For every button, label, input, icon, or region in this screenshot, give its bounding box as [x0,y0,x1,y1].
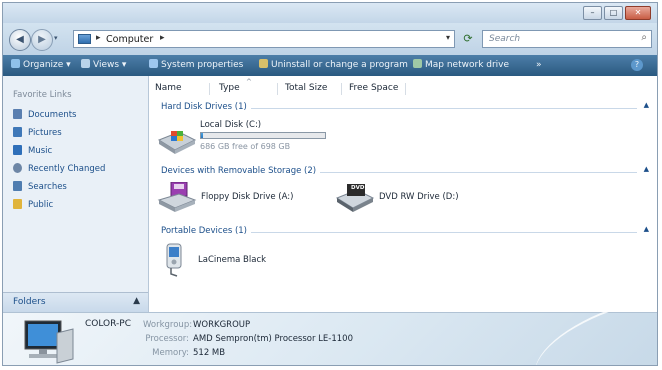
column-divider[interactable] [277,83,278,95]
map-network-drive-button[interactable]: Map network drive [413,55,509,76]
sidebar-item-music[interactable]: Music [13,145,52,156]
floppy-drive-name: Floppy Disk Drive (A:) [201,192,294,202]
searches-icon [13,181,22,191]
forward-button[interactable]: ▶ [31,29,53,51]
navigation-pane: Favorite Links Documents Pictures Music … [3,76,149,313]
disk-used-fill [201,133,203,138]
views-button[interactable]: Views ▾ [81,55,126,76]
breadcrumb-separator[interactable]: ▸ [160,33,165,43]
dvd-badge: DVD [351,185,365,191]
workgroup-label: Workgroup: [143,320,193,330]
decorative-swoosh [522,306,632,365]
address-dropdown-icon[interactable]: ▾ [446,33,450,42]
close-button[interactable]: ✕ [625,6,651,20]
dvd-drive-name: DVD RW Drive (D:) [379,192,459,202]
group-header-hard-disk[interactable]: Hard Disk Drives (1) ▲ [161,101,649,114]
help-button[interactable]: ? [631,59,643,71]
refresh-icon[interactable]: ⟳ [459,30,477,48]
uninstall-button[interactable]: Uninstall or change a program [259,55,408,76]
collapse-icon[interactable]: ▲ [644,165,649,173]
group-header-removable[interactable]: Devices with Removable Storage (2) ▲ [161,165,649,178]
memory-label: Memory: [152,348,189,358]
search-icon[interactable]: ⌕ [641,32,647,43]
disk-capacity-bar [200,132,326,139]
sidebar-item-searches[interactable]: Searches [13,181,67,192]
system-properties-icon [149,59,158,68]
group-title: Devices with Removable Storage (2) [161,166,321,176]
portable-device-item[interactable]: LaCinema Black [161,242,311,278]
pictures-icon [13,127,22,137]
sidebar-item-documents[interactable]: Documents [13,109,76,120]
processor-value: AMD Sempron(tm) Processor LE-1100 [193,334,353,344]
organize-button[interactable]: Organize ▾ [11,55,71,76]
sidebar-item-public[interactable]: Public [13,199,53,210]
map-drive-icon [413,59,422,68]
address-bar[interactable]: ▸ Computer ▸ ▾ [73,30,455,48]
file-list: Name Type ^ Total Size Free Space Hard D… [149,76,657,312]
views-icon [81,59,90,68]
sort-indicator-icon: ^ [246,78,252,86]
collapse-icon[interactable]: ▲ [644,225,649,233]
column-divider[interactable] [405,83,406,95]
computer-icon [78,34,91,44]
group-title: Hard Disk Drives (1) [161,102,251,112]
collapse-icon[interactable]: ▲ [644,101,649,109]
minimize-button[interactable]: – [583,6,602,20]
sidebar-item-pictures[interactable]: Pictures [13,127,62,138]
group-title: Portable Devices (1) [161,226,251,236]
hard-drive-icon [157,131,197,154]
search-placeholder[interactable]: Search [489,34,520,44]
local-disk-item[interactable]: Local Disk (C:) [157,120,347,160]
more-commands-button[interactable]: » [536,55,542,76]
public-icon [13,199,22,209]
column-total-size[interactable]: Total Size [285,83,327,93]
floppy-drive-icon [157,182,197,212]
organize-icon [11,59,20,68]
column-divider[interactable] [341,83,342,95]
group-header-portable[interactable]: Portable Devices (1) ▲ [161,225,649,238]
column-type[interactable]: Type [219,83,240,93]
uninstall-icon [259,59,268,68]
documents-icon [13,109,22,119]
column-name[interactable]: Name [155,83,182,93]
dvd-drive-item[interactable]: DVD DVD RW Drive (D:) [335,182,525,218]
history-dropdown-icon[interactable]: ▾ [54,34,58,42]
breadcrumb-computer[interactable]: Computer [106,34,153,45]
recent-icon [13,163,22,173]
breadcrumb-separator[interactable]: ▸ [96,33,101,43]
system-properties-button[interactable]: System properties [149,55,243,76]
memory-value: 512 MB [193,348,226,358]
portable-device-name: LaCinema Black [198,255,267,265]
address-row: ◀ ▶ ▾ ▸ Computer ▸ ▾ ⟳ Search ⌕ [3,23,657,55]
back-button[interactable]: ◀ [9,29,31,51]
favorite-links-title: Favorite Links [13,90,72,100]
column-free-space[interactable]: Free Space [349,83,398,93]
explorer-window: – □ ✕ ◀ ▶ ▾ ▸ Computer ▸ ▾ ⟳ Search ⌕ Or… [2,2,658,366]
computer-monitor-icon [24,320,74,364]
floppy-drive-item[interactable]: Floppy Disk Drive (A:) [157,182,327,218]
chevron-up-icon[interactable]: ▲ [133,296,140,306]
folders-label: Folders [13,297,46,307]
search-box[interactable]: Search ⌕ [482,30,652,48]
maximize-button[interactable]: □ [604,6,623,20]
local-disk-name: Local Disk (C:) [200,120,262,130]
details-pane: COLOR-PC Workgroup: WORKGROUP Processor:… [3,306,657,365]
workgroup-value: WORKGROUP [193,320,251,330]
disk-free-text: 686 GB free of 698 GB [200,142,291,151]
portable-device-icon [166,243,182,277]
column-divider[interactable] [209,83,210,95]
window-controls: – □ ✕ [583,6,651,20]
sidebar-item-recently-changed[interactable]: Recently Changed [13,163,105,174]
folders-bar[interactable]: Folders ▲ [3,292,148,313]
processor-label: Processor: [145,334,189,344]
column-headers: Name Type ^ Total Size Free Space [149,78,657,96]
music-icon [13,145,22,155]
command-bar: Organize ▾ Views ▾ System properties Uni… [3,55,657,76]
computer-name: COLOR-PC [85,319,131,329]
title-bar: – □ ✕ [3,3,657,23]
